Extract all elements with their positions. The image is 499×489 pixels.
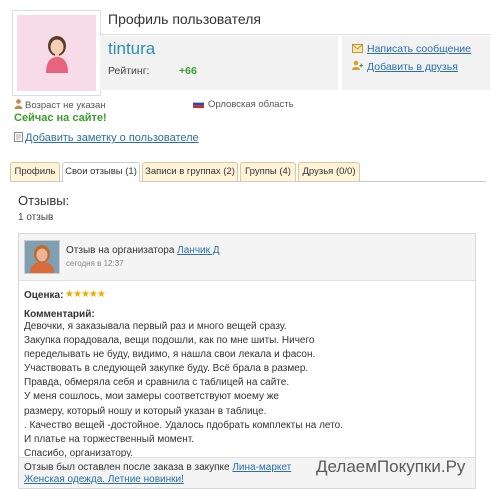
reviews-count: 1 отзыв <box>18 212 54 223</box>
envelope-icon <box>352 44 363 54</box>
add-friend-link[interactable]: Добавить в друзья <box>352 60 458 73</box>
site-watermark: ДелаемПокупки.Ру <box>316 457 466 476</box>
username: tintura <box>108 39 156 58</box>
comment-line: . Качество вещей -достойное. Удалось пдо… <box>24 419 343 431</box>
divider <box>100 34 490 35</box>
online-status: Сейчас на сайте! <box>14 112 107 124</box>
comment-line: Девочки, я заказывала первый раз и много… <box>24 321 287 332</box>
comment-line: Правда, обмеряла себя и сравнила с табли… <box>24 377 290 389</box>
person-icon <box>14 99 23 112</box>
send-message-link[interactable]: Написать сообщение <box>352 43 471 55</box>
russia-flag-icon <box>192 99 205 111</box>
comment-line: У меня сошлось, мои замеры соответствуют… <box>24 391 279 403</box>
star-icon: ★ <box>88 289 98 300</box>
score-label: Оценка: <box>24 290 64 301</box>
female-avatar-icon <box>46 36 68 73</box>
review-comment: Девочки, я заказывала первый раз и много… <box>24 320 464 461</box>
age-text: Возраст не указан <box>25 100 106 111</box>
comment-label: Комментарий: <box>24 309 95 320</box>
comment-line: И платье на торжественный момент. <box>24 433 194 445</box>
tab-groups[interactable]: Группы (4) <box>240 162 296 181</box>
star-icon: ★ <box>96 289 106 300</box>
comment-line: Закупка порадовала, вещи подошли, как по… <box>24 335 315 347</box>
add-note-link[interactable]: Добавить заметку о пользователе <box>14 132 199 145</box>
review-card-header <box>19 234 475 281</box>
age-info: Возраст не указан <box>14 99 106 112</box>
tab-friends[interactable]: Друзья (0/0) <box>298 162 360 181</box>
organizer-avatar[interactable] <box>24 240 60 274</box>
comment-line: переделывать не буду, видимо, я нашла св… <box>24 349 316 361</box>
add-friend-icon <box>352 60 363 70</box>
rating-label: Рейтинг: <box>108 65 150 77</box>
comment-line: размеру, который ношу и который указан в… <box>24 405 267 417</box>
reviews-title: Отзывы: <box>18 193 70 208</box>
review-date: сегодня в 12:37 <box>66 259 124 268</box>
review-footer-text: Отзыв был оставлен после заказа в закупк… <box>24 462 324 486</box>
review-title-prefix: Отзыв на организатора <box>66 245 175 256</box>
tab-own-reviews[interactable]: Свои отзывы (1) <box>62 162 140 182</box>
rating-value: +66 <box>179 65 197 77</box>
user-avatar <box>12 10 101 96</box>
star-icon: ★ <box>72 289 82 300</box>
note-icon <box>14 132 23 145</box>
region-text: Орловская область <box>208 99 294 110</box>
region-info: Орловская область <box>192 99 294 111</box>
star-icon: ★ <box>65 289 74 300</box>
page-title: Профиль пользователя <box>108 11 261 27</box>
star-rating: ★★★★★ <box>65 289 106 300</box>
footer-prefix: Отзыв был оставлен после заказа в закупк… <box>24 462 230 473</box>
tab-group-posts[interactable]: Записи в группах (2) <box>142 162 238 181</box>
star-icon: ★ <box>80 289 90 300</box>
review-title: Отзыв на организатора Ланчик Д <box>66 245 220 256</box>
tab-profile[interactable]: Профиль <box>10 162 60 181</box>
comment-line: Участвовать в следующей закупке буду. Вс… <box>24 363 309 375</box>
organizer-link[interactable]: Ланчик Д <box>177 245 219 256</box>
